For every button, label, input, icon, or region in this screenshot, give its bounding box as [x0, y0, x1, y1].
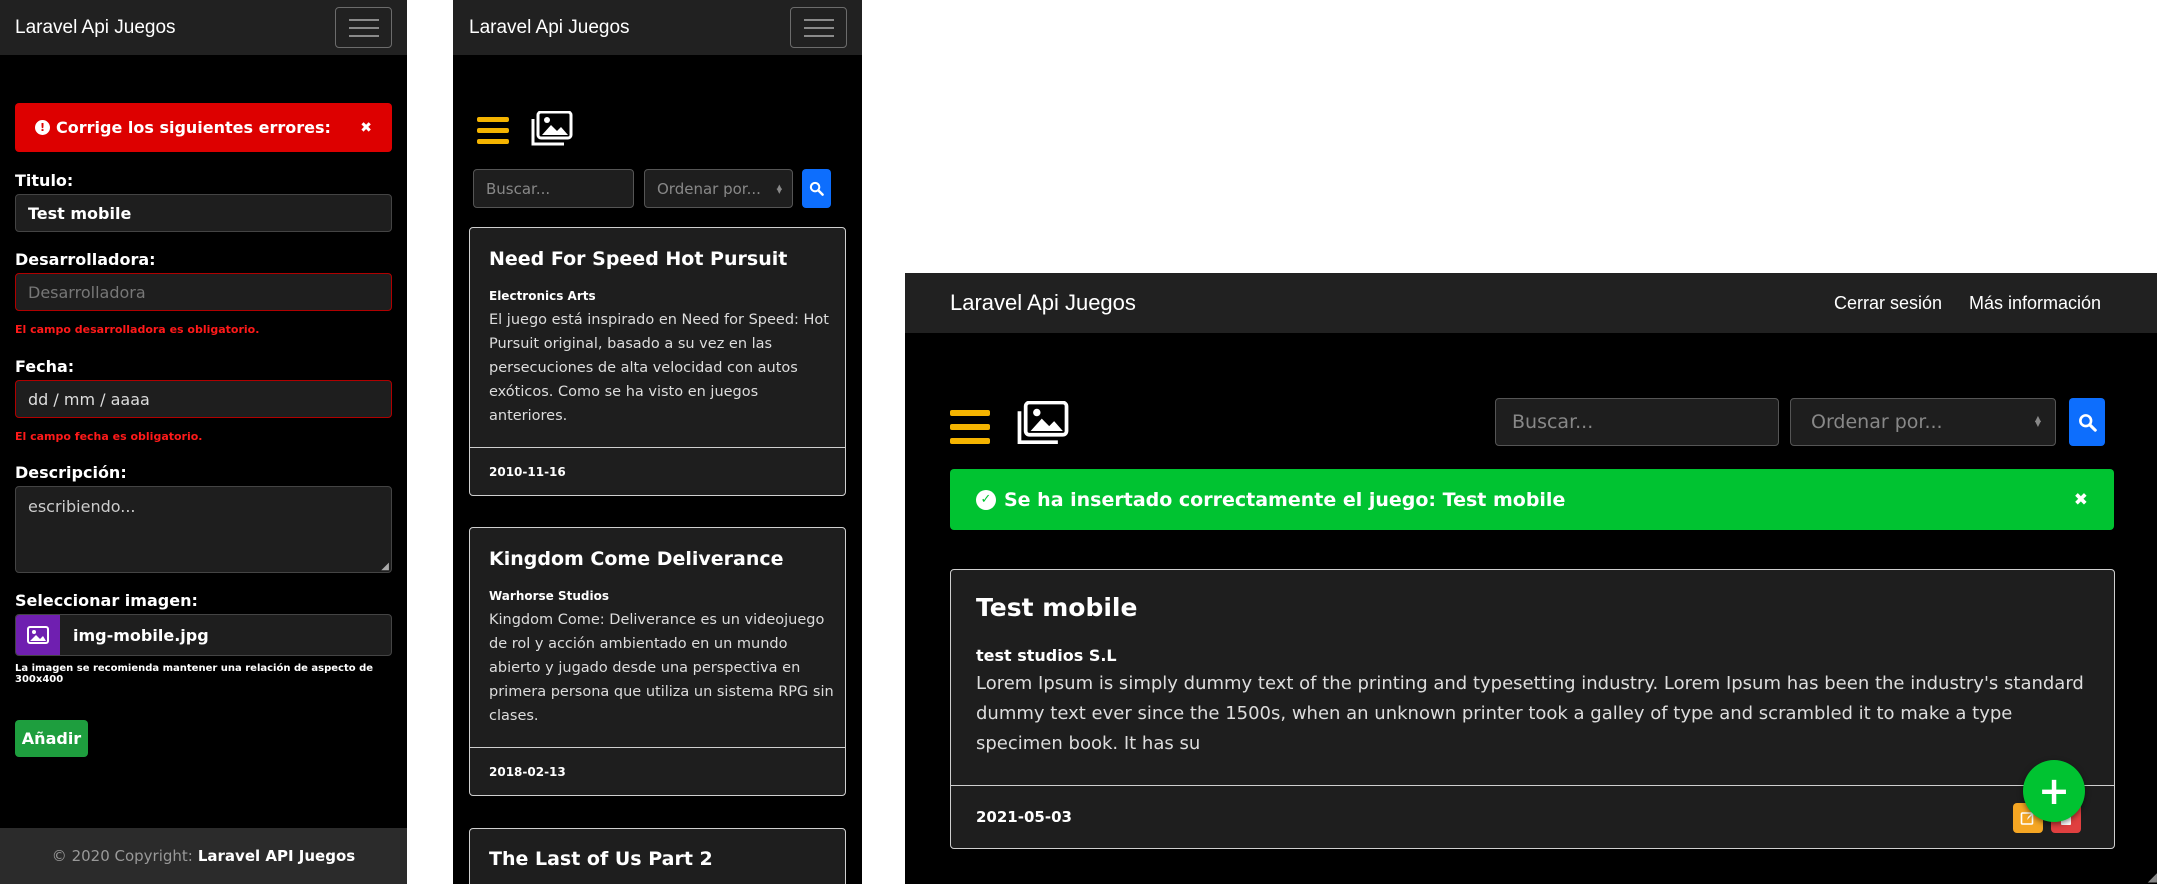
game-card-date: 2010-11-16	[470, 447, 845, 495]
desktop-panel: Laravel Api Juegos Cerrar sesión Más inf…	[905, 273, 2157, 884]
navbar: Laravel Api Juegos Cerrar sesión Más inf…	[905, 273, 2157, 333]
nav-link-more-info[interactable]: Más información	[1969, 293, 2101, 314]
plus-icon: +	[2038, 769, 2070, 813]
game-card[interactable]: Need For Speed Hot Pursuit Electronics A…	[469, 227, 846, 496]
sort-select[interactable]: Ordenar por... ▲ ▼	[1790, 398, 2056, 446]
game-card[interactable]: Kingdom Come Deliverance Warhorse Studio…	[469, 527, 846, 796]
search-icon	[809, 181, 824, 196]
close-icon[interactable]: ✖	[360, 120, 372, 136]
gallery-icon[interactable]	[1017, 400, 1069, 445]
success-alert-text: Se ha insertado correctamente el juego: …	[1004, 488, 1566, 511]
game-card-date: 2018-02-13	[470, 747, 845, 795]
mobile-list-panel: Laravel Api Juegos Buscar... Ordenar por…	[453, 0, 862, 884]
game-card[interactable]: Test mobile test studios S.L Lorem Ipsum…	[950, 569, 2115, 849]
imagen-label: Seleccionar imagen:	[15, 591, 198, 610]
resize-handle-icon[interactable]: ◢	[381, 561, 389, 572]
desarrolladora-input[interactable]: Desarrolladora	[15, 273, 392, 311]
descripcion-value: escribiendo...	[28, 497, 136, 516]
image-icon	[16, 615, 60, 655]
footer: © 2020 Copyright: Laravel API Juegos	[0, 828, 407, 884]
nav-link-logout[interactable]: Cerrar sesión	[1834, 293, 1942, 314]
gallery-icon[interactable]	[531, 110, 573, 146]
fecha-error: El campo fecha es obligatorio.	[15, 430, 203, 443]
game-card-description: Kingdom Come: Deliverance es un videojue…	[489, 612, 834, 724]
fecha-label: Fecha:	[15, 357, 75, 376]
add-game-fab-button[interactable]: +	[2023, 760, 2085, 822]
exclamation-circle-icon: !	[35, 120, 50, 135]
footer-brand: Laravel API Juegos	[197, 847, 356, 865]
search-input[interactable]: Buscar...	[473, 169, 634, 208]
check-circle-icon: ✓	[976, 489, 996, 510]
error-alert-text: Corrige los siguientes errores:	[56, 118, 331, 137]
sort-select[interactable]: Ordenar por... ▲ ▼	[644, 169, 793, 208]
footer-prefix: © 2020 Copyright:	[51, 847, 193, 865]
close-icon[interactable]: ✖	[2074, 490, 2088, 510]
game-card-title: Need For Speed Hot Pursuit	[489, 248, 788, 270]
game-card-description: El juego está inspirado en Need for Spee…	[489, 312, 829, 424]
brand-title[interactable]: Laravel Api Juegos	[950, 290, 1136, 316]
titulo-input[interactable]: Test mobile	[15, 194, 392, 232]
brand-title[interactable]: Laravel Api Juegos	[15, 17, 176, 39]
fecha-input[interactable]: dd / mm / aaaa	[15, 380, 392, 418]
navbar: Laravel Api Juegos	[0, 0, 407, 55]
game-card-title: The Last of Us Part 2	[489, 848, 713, 870]
sort-select-value: Ordenar por...	[1811, 411, 1943, 433]
select-arrows-icon: ▲ ▼	[2034, 414, 2041, 428]
desarrolladora-label: Desarrolladora:	[15, 250, 156, 269]
descripcion-label: Descripción:	[15, 463, 127, 482]
game-card[interactable]: The Last of Us Part 2	[469, 828, 846, 884]
mobile-form-panel: Laravel Api Juegos ! Corrige los siguien…	[0, 0, 407, 884]
game-card-title: Test mobile	[976, 593, 1138, 622]
titulo-label: Titulo:	[15, 171, 74, 190]
add-button[interactable]: Añadir	[15, 720, 88, 757]
game-card-developer: Electronics Arts	[489, 289, 596, 303]
desarrolladora-error: El campo desarrolladora es obligatorio.	[15, 323, 260, 336]
search-button[interactable]	[2069, 398, 2105, 446]
game-card-footer: 2021-05-03	[951, 785, 2114, 848]
select-arrows-icon: ▲ ▼	[776, 182, 782, 195]
search-button[interactable]	[802, 169, 831, 208]
game-card-title: Kingdom Come Deliverance	[489, 548, 784, 570]
image-file-input[interactable]: img-mobile.jpg	[15, 614, 392, 656]
navbar: Laravel Api Juegos	[453, 0, 862, 55]
image-filename: img-mobile.jpg	[73, 625, 209, 645]
resize-corner-icon: ◢	[2147, 870, 2157, 884]
game-card-developer: test studios S.L	[976, 646, 1117, 665]
search-input[interactable]: Buscar...	[1495, 398, 1779, 446]
hamburger-icon[interactable]	[950, 410, 990, 444]
imagen-hint: La imagen se recomienda mantener una rel…	[15, 663, 374, 685]
sort-select-value: Ordenar por...	[657, 179, 761, 198]
navbar-toggler-button[interactable]	[790, 7, 847, 48]
hamburger-icon[interactable]	[477, 117, 509, 144]
game-card-developer: Warhorse Studios	[489, 589, 609, 603]
navbar-toggler-button[interactable]	[335, 7, 392, 48]
success-alert: ✓ Se ha insertado correctamente el juego…	[950, 469, 2114, 530]
search-icon	[2078, 413, 2097, 432]
game-card-description: Lorem Ipsum is simply dummy text of the …	[976, 673, 2084, 754]
game-card-date: 2021-05-03	[976, 808, 1072, 826]
error-alert: ! Corrige los siguientes errores: ✖	[15, 103, 392, 152]
brand-title[interactable]: Laravel Api Juegos	[469, 17, 630, 39]
descripcion-textarea[interactable]: escribiendo... ◢	[15, 486, 392, 573]
